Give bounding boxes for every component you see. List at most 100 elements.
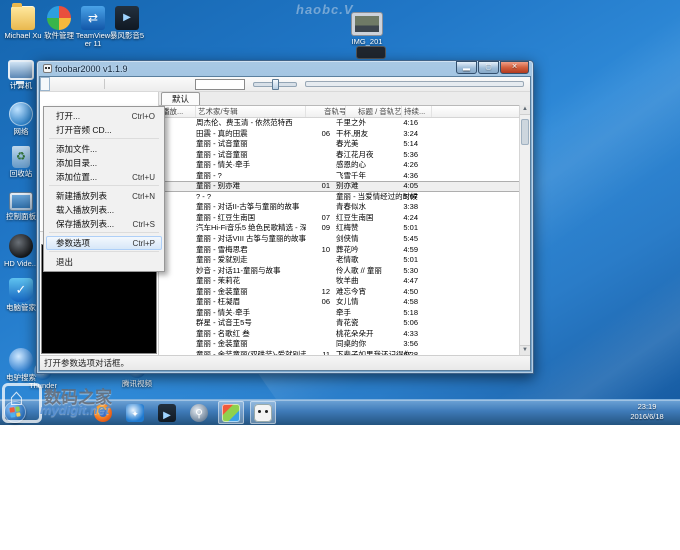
menu-item[interactable] [90,77,100,91]
desktop-icon-label: Michael Xu [4,32,42,40]
seekbar[interactable] [305,81,524,87]
row-track-no [306,192,330,203]
playlist-row[interactable]: 汽车Hi-Fi音乐5 绝色民歌精选 - 深... 09 红梅赞 5:01 [159,223,530,234]
file-menu-item[interactable]: 添加位置... Ctrl+U [46,170,162,184]
taskbar-app-icon [94,404,112,422]
file-menu-item[interactable]: 新建播放列表 Ctrl+N [46,189,162,203]
menu-item[interactable] [70,77,80,91]
taskbar-app-button[interactable] [250,401,276,424]
menu-item-label: 参数选项 [56,237,90,249]
row-track-no: 11 [306,350,330,355]
playback-button[interactable] [148,79,159,90]
taskbar-app-button[interactable] [218,401,244,424]
playlist-row[interactable]: 周杰伦、费玉清 - 依然范特西 千里之外 4:16 [159,118,530,129]
desktop-icon[interactable] [352,46,390,61]
file-menu-item[interactable]: 保存播放列表... Ctrl+S [46,217,162,231]
row-artist-album: 童丽 - ? [196,171,306,182]
desktop-icon[interactable]: 暴风影音5 [108,6,146,40]
taskbar-app-button[interactable] [122,401,148,424]
playlist-row[interactable]: 妙音 - 对话11-童丽与故事 伶人歌 // 童丽 5:30 [159,266,530,277]
playlist-row[interactable]: 群星 - 试音王5号 青花瓷 5:06 [159,318,530,329]
status-bar: 打开参数选项对话框。 [40,355,530,370]
row-duration: 3:24 [396,129,418,140]
column-header-trackno[interactable]: 音轨号 [306,106,346,117]
row-track-no [306,329,330,340]
desktop-icon[interactable]: 软件管理 [40,6,78,40]
column-header-artist-album[interactable]: 艺术家/专辑 [196,106,306,117]
menu-item-label: 添加目录... [56,157,97,169]
playback-button[interactable] [109,79,120,90]
column-header-title[interactable]: 标题 / 音轨艺术家 [346,106,402,117]
menu-item[interactable] [50,77,60,91]
playlist-row[interactable]: 童丽 - 茉莉花 牧羊曲 4:47 [159,276,530,287]
playback-button[interactable] [161,79,172,90]
file-menu-item[interactable]: 载入播放列表... [46,203,162,217]
menu-item[interactable] [60,77,70,91]
titlebar[interactable]: foobar2000 v1.1.9 ▬ ▢ ✕ [37,61,533,76]
desktop-icon[interactable]: 回收站 [2,146,40,178]
playlist-row[interactable]: 童丽 - 情关·牵手 牵手 5:18 [159,308,530,319]
row-artist-album: 童丽 - 爱就别走 [196,255,306,266]
scroll-thumb[interactable] [521,119,529,145]
scroll-down-arrow[interactable]: ▼ [520,345,530,355]
playlist-scrollbar[interactable]: ▲ ▼ [519,105,530,355]
playlist-tab[interactable]: 默认 [161,92,200,105]
taskbar-app-icon [222,404,240,422]
taskbar-clock[interactable]: 23:19 2016/6/18 [617,402,677,422]
taskbar-app-button[interactable] [186,401,212,424]
search-input[interactable] [195,79,245,90]
desktop-icon[interactable]: 网络 [2,102,40,136]
playlist-row[interactable]: 童丽 - 试音童丽 春光美 5:14 [159,139,530,150]
row-duration: 4:05 [396,181,418,192]
row-duration: 5:36 [396,150,418,161]
menu-item[interactable] [80,77,90,91]
playlist-row[interactable]: 童丽 - 金装童丽 同桌的你 3:56 [159,339,530,350]
foobar2000-window: foobar2000 v1.1.9 ▬ ▢ ✕ 默认 [36,60,534,374]
row-artist-album: 童丽 - 别亦难 [196,181,306,192]
file-menu-item[interactable]: 添加文件... [46,142,162,156]
file-menu-item[interactable]: 参数选项 Ctrl+P [46,236,162,250]
file-menu-item[interactable]: 退出 [46,255,162,269]
file-menu-item[interactable]: 打开... Ctrl+O [46,109,162,123]
desktop-icon-label: HD Vide... [2,260,40,268]
playlist-row[interactable]: 童丽 - 试音童丽 春江花月夜 5:36 [159,150,530,161]
desktop-icon[interactable]: TeamViewer 11 [74,6,112,48]
playback-button[interactable] [122,79,133,90]
volume-thumb[interactable] [272,79,279,90]
taskbar-app-button[interactable] [90,401,116,424]
maximize-button[interactable]: ▢ [478,61,499,74]
playback-button[interactable] [174,79,185,90]
playlist-row[interactable]: 童丽 - 别亦难 01 别亦难 4:05 [159,181,530,192]
minimize-button[interactable]: ▬ [456,61,477,74]
start-button[interactable] [4,401,26,423]
row-duration: 4:24 [396,213,418,224]
desktop-icon[interactable]: HD Vide... [2,234,40,268]
scroll-up-arrow[interactable]: ▲ [520,105,530,115]
desktop-icon[interactable]: 控制面板 [2,190,40,221]
desktop-icon[interactable]: 计算机 [2,58,40,90]
playlist-row[interactable]: 童丽 - 雪梅思君 10 葬花吟 4:59 [159,245,530,256]
playlist-row[interactable]: 童丽 - 对话II-古筝与童丽的故事 青春似水 3:38 [159,202,530,213]
playlist-row[interactable]: 童丽 - 枉凝眉 06 女儿情 4:58 [159,297,530,308]
playlist-row[interactable]: 童丽 - 金装童丽(双碟装)-爱就别走... 11 下辈子如果我还记得你 4:2… [159,350,530,355]
playlist-row[interactable]: 童丽 - 对话VIII 古筝与童丽的故事 剑侠情 5:45 [159,234,530,245]
playlist-row[interactable]: 田震 - 真的田震 06 干杯,朋友 3:24 [159,129,530,140]
taskbar-app-button[interactable] [154,401,180,424]
playlist-row[interactable]: 童丽 - 金装童丽 12 难忘今宵 4:50 [159,287,530,298]
playlist-row[interactable]: ? - ? 童丽 - 当爱情经过的时候 5:07 [159,192,530,203]
playlist-row[interactable]: 童丽 - 爱就别走 老情歌 5:01 [159,255,530,266]
playlist-row[interactable]: 童丽 - 红豆生南国 07 红豆生南国 4:24 [159,213,530,224]
file-menu-item[interactable]: 添加目录... [46,156,162,170]
desktop-icon[interactable]: Michael Xu [4,6,42,40]
menu-item[interactable] [40,77,50,91]
close-button[interactable]: ✕ [500,61,529,74]
menu-item-label: 添加文件... [56,143,97,155]
column-header-duration[interactable]: 持续... [402,106,432,117]
desktop-icon[interactable]: 电脑管家 [2,278,40,312]
file-menu-item[interactable]: 打开音频 CD... [46,123,162,137]
playlist-row[interactable]: 童丽 - 情关·牵手 感恩的心 4:26 [159,160,530,171]
playback-button[interactable] [135,79,146,90]
playlist-row[interactable]: 童丽 - ? 飞雪千年 4:36 [159,171,530,182]
playlist-row[interactable]: 童丽 - 名歌红 叁 桃花朵朵开 4:33 [159,329,530,340]
volume-slider[interactable] [253,82,297,87]
